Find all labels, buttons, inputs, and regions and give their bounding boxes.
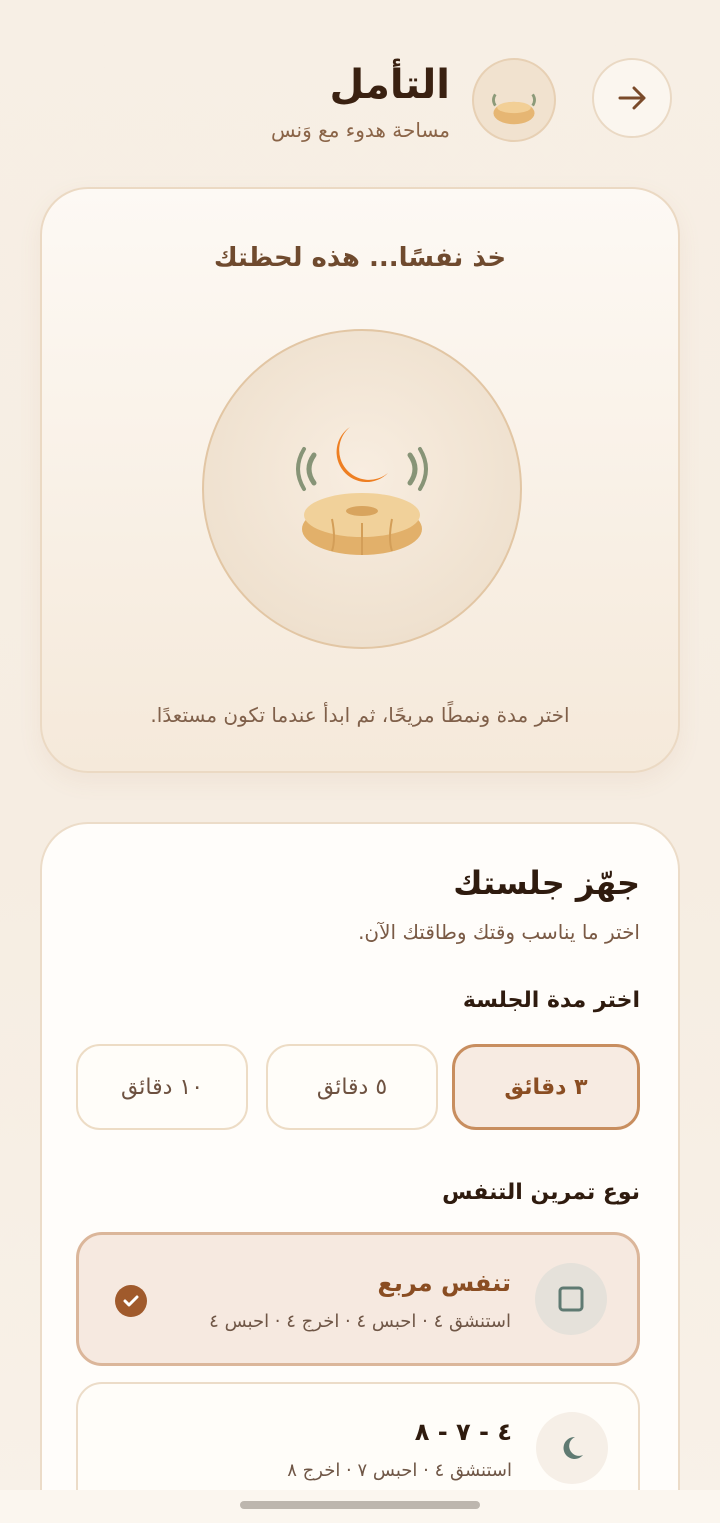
back-button[interactable]: [592, 58, 672, 138]
square-icon: [558, 1286, 584, 1312]
arrow-right-icon: [618, 86, 646, 110]
duration-section-label: اختر مدة الجلسة: [462, 988, 640, 1013]
hero-illustration-circle: [202, 329, 522, 649]
breathing-option-name: تنفس مربع: [377, 1269, 511, 1297]
page-title: التأمل: [329, 62, 450, 108]
duration-5-min-button[interactable]: ٥ دقائق: [266, 1044, 438, 1130]
breathing-option-name: ٤ - ٧ - ٨: [414, 1418, 512, 1446]
check-icon: [115, 1285, 147, 1317]
session-title: جهّز جلستك: [453, 864, 640, 902]
avatar: [472, 58, 556, 142]
breathing-option-box[interactable]: تنفس مربع استنشق ٤ · احبس ٤ · اخرج ٤ · ا…: [76, 1232, 640, 1366]
breathing-option-desc: استنشق ٤ · احبس ٤ · اخرج ٤ · احبس ٤: [209, 1311, 511, 1332]
duration-3-min-button[interactable]: ٣ دقائق: [452, 1044, 640, 1130]
hero-heading: خذ نفسًا... هذه لحظتك: [213, 243, 507, 273]
duration-options: ٣ دقائق ٥ دقائق ١٠ دقائق: [76, 1044, 640, 1130]
header: التأمل مساحة هدوء مع وَنس: [0, 58, 720, 142]
breathing-section-label: نوع تمرين التنفس: [442, 1180, 640, 1205]
page-subtitle: مساحة هدوء مع وَنس: [271, 118, 450, 142]
meditation-cushion-moon-icon: [492, 79, 536, 125]
session-subtitle: اختر ما يناسب وقتك وطاقتك الآن.: [358, 920, 640, 944]
breathing-icon-badge: [535, 1263, 607, 1335]
breathing-option-desc: استنشق ٤ · احبس ٧ · اخرج ٨: [287, 1460, 512, 1481]
hero-card: خذ نفسًا... هذه لحظتك اختر مدة ونمطًا مر…: [40, 187, 680, 773]
duration-10-min-button[interactable]: ١٠ دقائق: [76, 1044, 248, 1130]
hero-hint: اختر مدة ونمطًا مريحًا، ثم ابدأ عندما تك…: [150, 703, 570, 727]
breathing-icon-badge: [536, 1412, 608, 1484]
home-indicator[interactable]: [240, 1501, 480, 1509]
crescent-moon-icon: [563, 1436, 583, 1459]
session-setup-card: جهّز جلستك اختر ما يناسب وقتك وطاقتك الآ…: [40, 822, 680, 1523]
meditation-cushion-moon-icon: [296, 427, 428, 555]
